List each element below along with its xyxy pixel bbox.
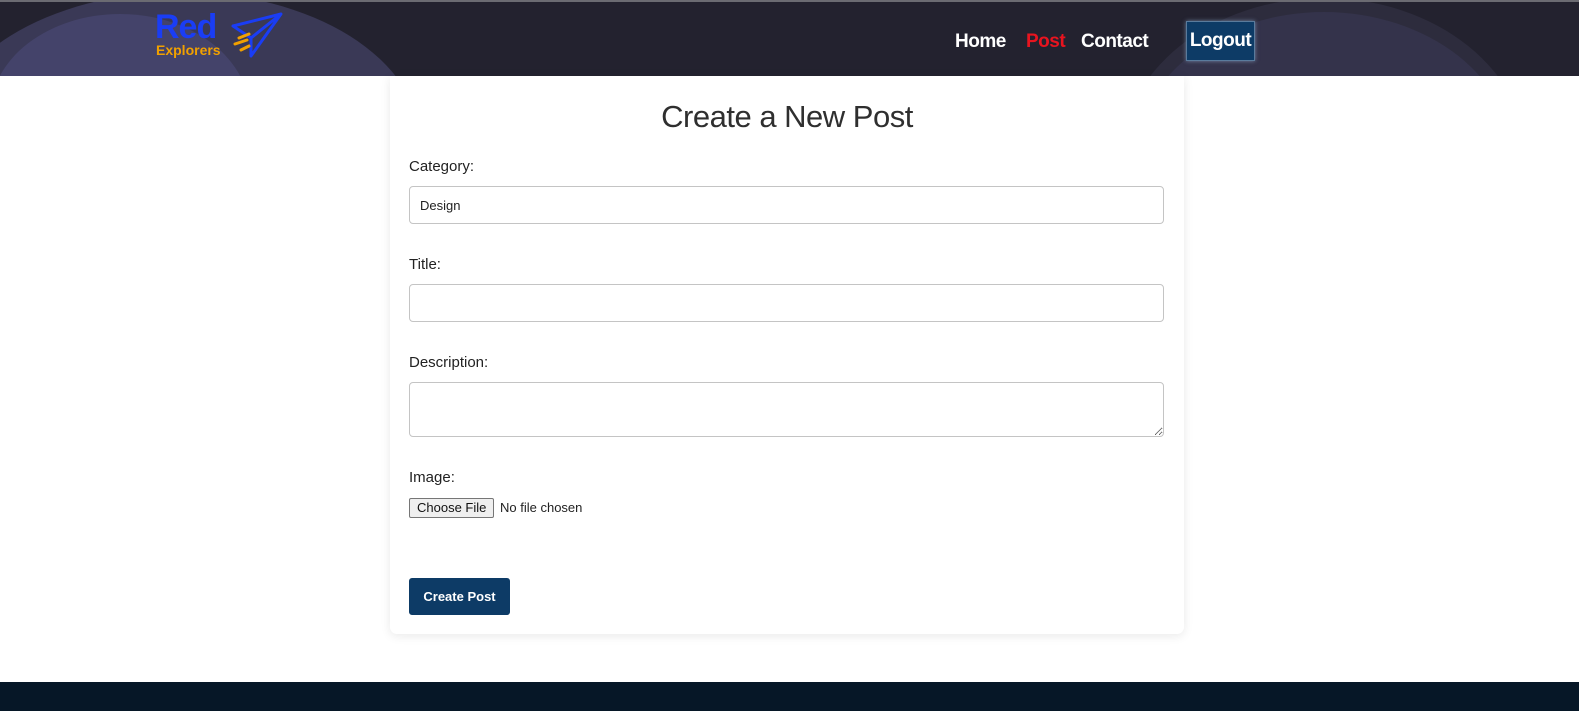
logo-subtitle: Explorers [156, 42, 221, 58]
nav-contact-link[interactable]: Contact [1081, 30, 1149, 54]
footer [0, 682, 1579, 711]
file-status-text: No file chosen [500, 500, 583, 515]
title-label: Title: [409, 256, 441, 273]
logo-wordmark: Red [155, 8, 217, 46]
create-post-form: Create a New Post Category: Title: Descr… [390, 76, 1184, 634]
create-post-button[interactable]: Create Post [409, 578, 510, 615]
image-label: Image: [409, 469, 455, 486]
page-title: Create a New Post [661, 99, 913, 134]
paper-plane-icon [231, 12, 283, 58]
logout-button[interactable]: Logout [1186, 21, 1255, 61]
description-label: Description: [409, 354, 489, 371]
header-decor-circle [1120, 2, 1528, 76]
title-input[interactable] [409, 284, 1164, 322]
category-input[interactable] [409, 186, 1164, 224]
nav-home-link[interactable]: Home [955, 30, 1006, 54]
nav-post-link[interactable]: Post [1026, 30, 1066, 54]
category-label: Category: [409, 158, 475, 175]
top-navbar: Red Explorers Home Post Contact Logout [0, 0, 1579, 76]
choose-file-button[interactable]: Choose File [409, 498, 495, 518]
brand-logo[interactable]: Red Explorers [155, 8, 285, 64]
description-textarea[interactable] [409, 382, 1164, 437]
